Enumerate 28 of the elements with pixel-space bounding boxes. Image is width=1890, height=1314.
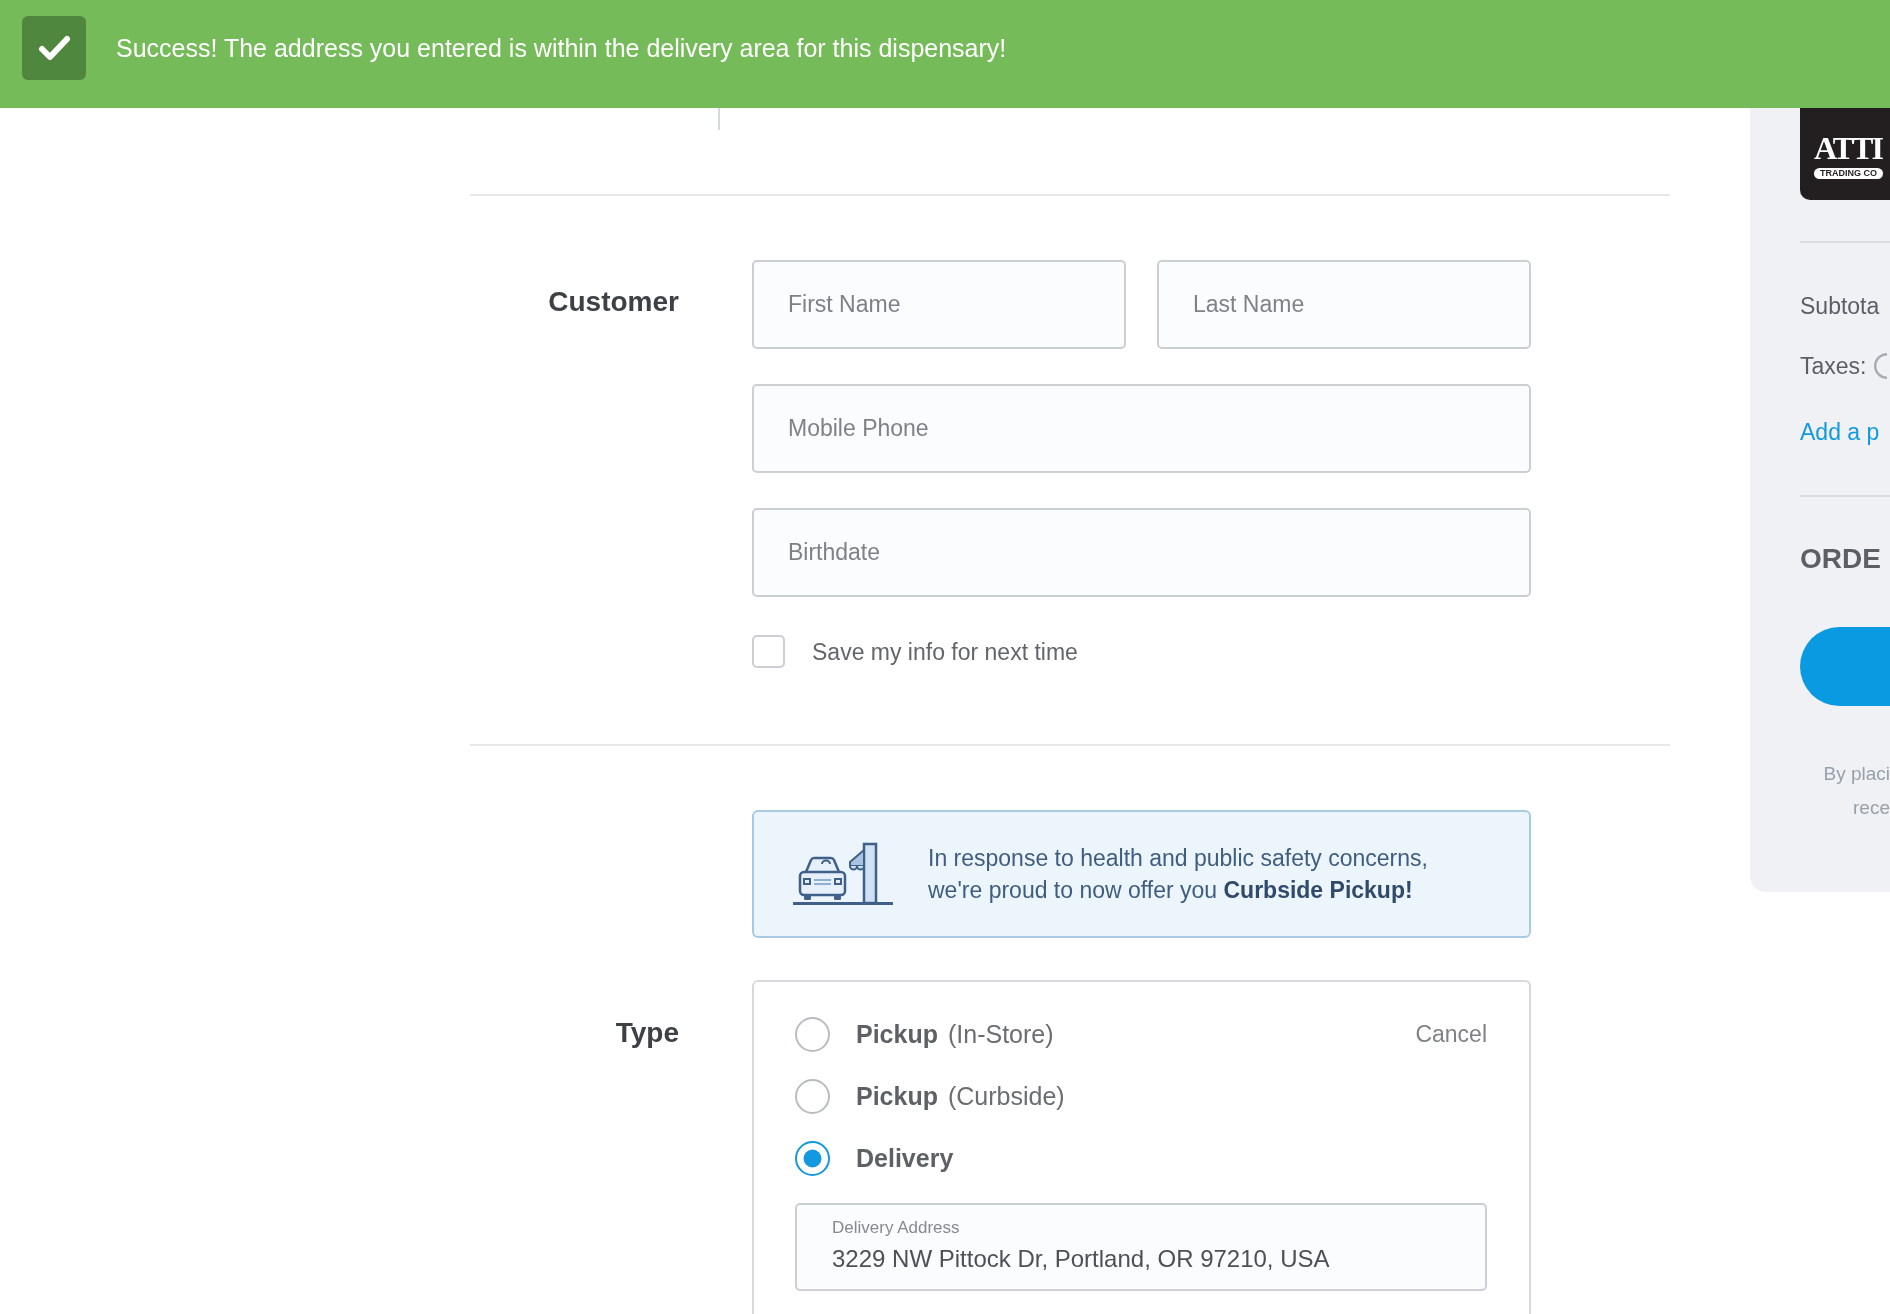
delivery-address-field[interactable]: Delivery Address 3229 NW Pittock Dr, Portland, OR 97210, USA xyxy=(795,1203,1487,1291)
car-awning-icon xyxy=(793,842,893,906)
notice-text: In response to health and public safety concerns, we're proud to now offer you Curbside Pickup! xyxy=(928,844,1429,905)
option-label[interactable]: Delivery xyxy=(856,1143,954,1173)
first-name-field[interactable]: First Name xyxy=(752,260,1126,349)
check-icon xyxy=(22,16,86,80)
mobile-phone-field[interactable]: Mobile Phone xyxy=(752,384,1531,473)
section-heading: Type xyxy=(614,1016,679,1050)
save-info-label[interactable]: Save my info for next time xyxy=(812,636,1078,667)
order-heading: ORDE xyxy=(1800,542,1882,576)
taxes-label: Taxes: xyxy=(1800,352,1867,381)
logo-wordmark: ATTI xyxy=(1814,129,1882,166)
logo-tagline: TRADING CO xyxy=(1814,167,1883,179)
radio-button[interactable] xyxy=(795,1140,830,1176)
terms-note: By placi rece xyxy=(1822,762,1890,820)
option-label[interactable]: Pickup (Curbside) xyxy=(856,1081,1065,1111)
toast-message: Success! The address you entered is within the delivery area for this dispensary! xyxy=(116,33,1007,63)
cancel-link[interactable]: Cancel xyxy=(1415,1019,1487,1049)
info-icon[interactable] xyxy=(1874,353,1888,379)
last-name-field[interactable]: Last Name xyxy=(1157,260,1531,349)
subtotal-label: Subtota xyxy=(1800,292,1881,321)
radio-button[interactable] xyxy=(795,1016,830,1052)
birthdate-field[interactable]: Birthdate xyxy=(752,508,1531,597)
radio-button[interactable] xyxy=(795,1078,830,1114)
submit-button[interactable] xyxy=(1800,627,1890,706)
section-heading: Customer xyxy=(547,285,679,319)
checkbox[interactable] xyxy=(752,635,785,668)
option-label[interactable]: Pickup (In-Store) xyxy=(856,1019,1054,1049)
